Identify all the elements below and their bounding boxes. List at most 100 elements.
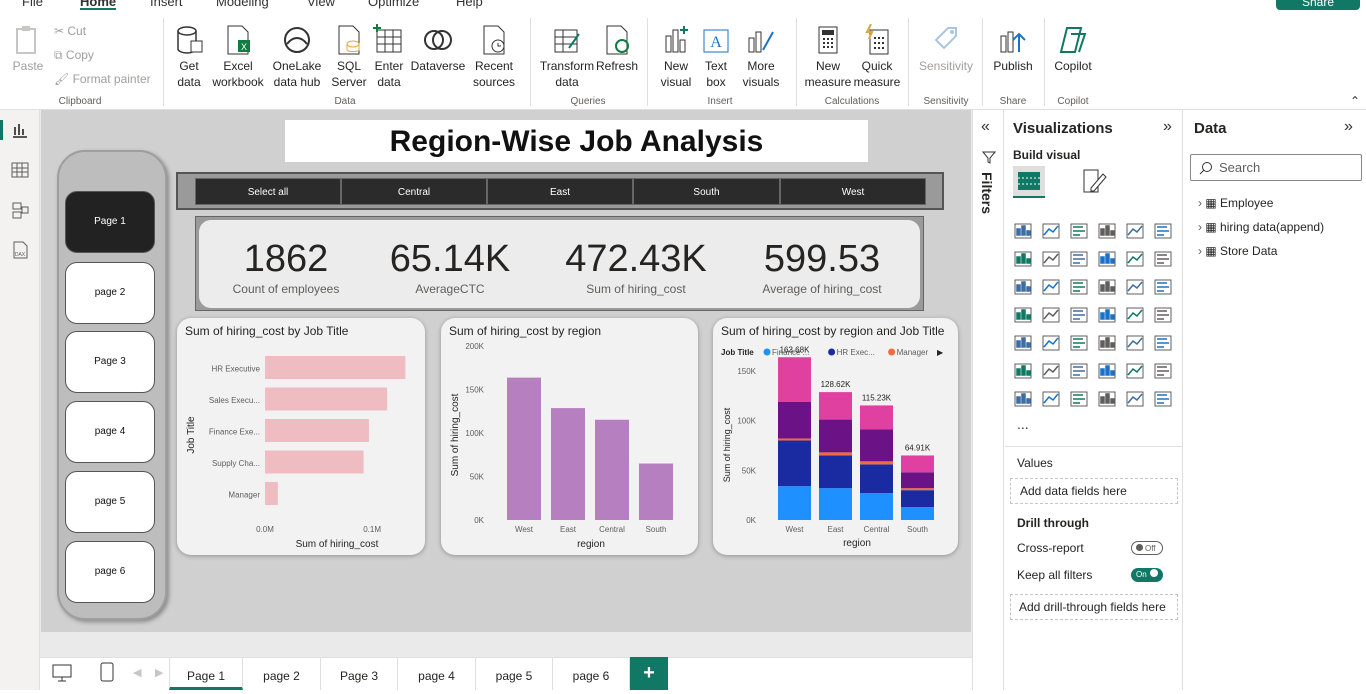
desktop-layout-icon[interactable] (52, 664, 72, 682)
recent-sources-button[interactable]: Recent sources (466, 24, 522, 90)
area-icon[interactable] (1041, 249, 1061, 269)
menu-insert[interactable]: Insert (150, 0, 183, 9)
report-view-icon[interactable] (11, 121, 29, 139)
tab-page-6[interactable]: page 6 (553, 658, 630, 690)
onelake-button[interactable]: OneLake data hub (266, 24, 328, 90)
nav-page-2-button[interactable]: page 2 (65, 262, 155, 324)
clustered-bar-icon[interactable] (1069, 221, 1089, 241)
azure-map-icon[interactable] (1097, 305, 1117, 325)
more-visuals-ellipsis[interactable]: ... (1017, 416, 1029, 432)
refresh-button[interactable]: Refresh (596, 24, 638, 74)
power-automate-icon[interactable] (1069, 389, 1089, 409)
share-button[interactable]: Share (1276, 0, 1360, 10)
cut-button[interactable]: ✂ Cut (54, 24, 86, 38)
keep-filters-toggle[interactable]: On (1131, 568, 1163, 582)
waterfall-icon[interactable] (1153, 249, 1173, 269)
slicer-icon[interactable] (1069, 333, 1089, 353)
menu-modeling[interactable]: Modeling (216, 0, 269, 9)
100-bar-icon[interactable] (1125, 221, 1145, 241)
scatter-icon[interactable] (1097, 277, 1117, 297)
map-icon[interactable] (1041, 305, 1061, 325)
tab-page-1[interactable]: Page 1 (169, 658, 243, 690)
nav-page-5-button[interactable]: page 5 (65, 471, 155, 533)
table-store-data[interactable]: › ▦ Store Data (1198, 244, 1277, 258)
chevron-visual-icon[interactable] (1153, 389, 1173, 409)
power-apps-icon[interactable] (1041, 389, 1061, 409)
tab-page-5[interactable]: page 5 (476, 658, 553, 690)
new-visual-button[interactable]: New visual (656, 24, 696, 90)
collapse-viz-icon[interactable]: » (1163, 118, 1172, 136)
stacked-column-icon[interactable] (1097, 221, 1117, 241)
get-data-button[interactable]: Get data (168, 24, 210, 90)
format-painter-button[interactable]: 🖌 Format painter (54, 72, 151, 86)
copilot-button[interactable]: Copilot (1050, 24, 1096, 74)
fabric-icon[interactable] (1125, 389, 1145, 409)
quick-measure-button[interactable]: Quick measure (852, 23, 902, 90)
transform-data-button[interactable]: Transform data (538, 24, 596, 90)
publish-button[interactable]: Publish (990, 24, 1036, 74)
nav-page-4-button[interactable]: page 4 (65, 401, 155, 463)
table-icon[interactable] (1097, 333, 1117, 353)
next-page-icon[interactable]: ▶ (155, 666, 163, 679)
menu-help[interactable]: Help (456, 0, 483, 9)
stacked-bar-icon[interactable] (1013, 221, 1033, 241)
ribbon-icon[interactable] (1125, 249, 1145, 269)
line-icon[interactable] (1013, 249, 1033, 269)
collapse-data-icon[interactable]: » (1344, 118, 1353, 136)
data-search-input[interactable]: Search (1190, 154, 1362, 181)
more-visuals-button[interactable]: More visuals (736, 24, 786, 90)
build-visual-tab[interactable] (1013, 166, 1045, 198)
filled-map-icon[interactable] (1069, 305, 1089, 325)
nav-page-6-button[interactable]: page 6 (65, 541, 155, 603)
table-view-icon[interactable] (11, 161, 29, 179)
decomposition-icon[interactable] (1069, 361, 1089, 381)
copy-button[interactable]: ⧉ Copy (54, 48, 94, 63)
prev-page-icon[interactable]: ◀ (133, 666, 141, 679)
drill-through-drop-zone[interactable]: Add drill-through fields here (1010, 594, 1178, 620)
model-view-icon[interactable] (11, 201, 29, 219)
new-measure-button[interactable]: New measure (804, 24, 852, 90)
card-icon[interactable] (1153, 305, 1173, 325)
enter-data-button[interactable]: Enter data (370, 24, 408, 90)
slicer-select-all[interactable]: Select all (195, 178, 341, 205)
treemap-icon[interactable] (1013, 305, 1033, 325)
funnel-chart-icon[interactable] (1069, 277, 1089, 297)
kpi-icon[interactable] (1041, 333, 1061, 353)
values-drop-zone[interactable]: Add data fields here (1010, 478, 1178, 504)
excel-workbook-button[interactable]: X Excel workbook (210, 24, 266, 90)
expand-filters-icon[interactable]: « (981, 118, 990, 136)
key-influencers-icon[interactable] (1041, 361, 1061, 381)
slicer-west[interactable]: West (780, 178, 926, 205)
menu-home[interactable]: Home (80, 0, 117, 10)
goals-icon[interactable] (1153, 361, 1173, 381)
column-line-icon[interactable] (1041, 277, 1061, 297)
paginated-icon[interactable] (1013, 389, 1033, 409)
gauge-icon[interactable] (1125, 305, 1145, 325)
menu-optimize[interactable]: Optimize (368, 0, 419, 9)
nav-page-1-button[interactable]: Page 1 (65, 191, 155, 253)
qa-icon[interactable] (1097, 361, 1117, 381)
filters-pane-collapsed[interactable]: « Filters (972, 110, 1004, 690)
menu-file[interactable]: File (22, 0, 43, 9)
format-visual-icon[interactable] (1081, 168, 1107, 196)
nav-page-3-button[interactable]: Page 3 (65, 331, 155, 393)
arcgis-icon[interactable] (1097, 389, 1117, 409)
pie-icon[interactable] (1125, 277, 1145, 297)
matrix-icon[interactable] (1125, 333, 1145, 353)
add-page-button[interactable]: + (630, 657, 668, 690)
slicer-east[interactable]: East (487, 178, 633, 205)
line-column-icon[interactable] (1097, 249, 1117, 269)
sensitivity-button[interactable]: Sensitivity (916, 24, 976, 74)
menu-view[interactable]: View (307, 0, 335, 9)
paste-button[interactable]: Paste (10, 24, 46, 74)
narrative-icon[interactable] (1125, 361, 1145, 381)
dataverse-button[interactable]: Dataverse (410, 24, 466, 74)
multirow-card-icon[interactable] (1013, 333, 1033, 353)
stacked-area-icon[interactable] (1069, 249, 1089, 269)
100-column-icon[interactable] (1153, 221, 1173, 241)
table-employee[interactable]: › ▦ Employee (1198, 196, 1273, 210)
donut-icon[interactable] (1153, 277, 1173, 297)
table-hiring-data[interactable]: › ▦ hiring data(append) (1198, 220, 1324, 234)
text-box-button[interactable]: A Text box (698, 24, 734, 90)
mobile-layout-icon[interactable] (100, 662, 114, 682)
